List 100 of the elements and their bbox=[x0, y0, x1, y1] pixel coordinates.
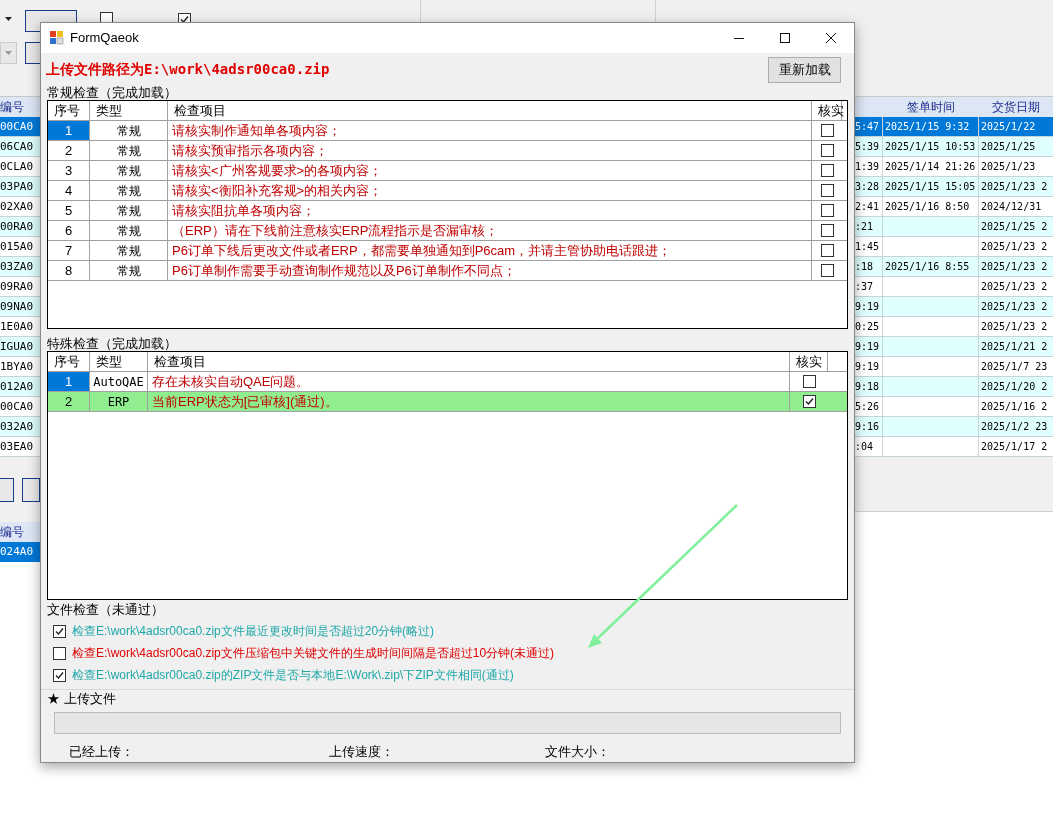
table-row[interactable]: 5:39 2025/1/15 10:53 2025/1/25 bbox=[855, 137, 1053, 157]
column-header: 检查项目 bbox=[168, 101, 812, 120]
table-cell: 4 bbox=[48, 181, 90, 200]
table-cell-text: 2025/1/23 2 bbox=[980, 240, 1049, 254]
checkbox[interactable] bbox=[802, 375, 816, 388]
table-cell: 常规 bbox=[90, 201, 168, 220]
check-label: 检查E:\work\4adsr00ca0.zip文件压缩包中关键文件的生成时间间隔是否超过10分钟(未通过) bbox=[72, 645, 555, 662]
table-cell: 常规 bbox=[90, 181, 168, 200]
close-icon bbox=[826, 33, 836, 43]
table-cell[interactable]: 03PA0 bbox=[0, 177, 40, 197]
column-header: 签单时间 bbox=[906, 99, 956, 116]
check-label: 检查E:\work\4adsr00ca0.zip的ZIP文件是否与本地E:\Work\.zip\下ZIP文件相同(通过) bbox=[72, 667, 514, 684]
table-row[interactable]: 1:39 2025/1/14 21:26 2025/1/23 bbox=[855, 157, 1053, 177]
group-title: 文件检查（未通过） bbox=[47, 602, 165, 618]
table-cell[interactable]: IGUA0 bbox=[0, 337, 40, 357]
table-cell[interactable]: 012A0 bbox=[0, 377, 40, 397]
checkmark-icon bbox=[803, 396, 815, 407]
table-row[interactable]: 1 常规 请核实制作通知单各项内容； bbox=[48, 121, 847, 141]
table-row[interactable]: 4 常规 请核实<衡阳补充客规>的相关内容； bbox=[48, 181, 847, 201]
table-row[interactable]: 9:18 2025/1/20 2 bbox=[855, 377, 1053, 397]
table-cell-text: 2025/1/21 2 bbox=[980, 340, 1049, 354]
table-cell: 当前ERP状态为[已审核](通过)。 bbox=[148, 392, 790, 411]
column-header: 检查项目 bbox=[148, 352, 790, 371]
table-cell: 2025/1/15 15:05 bbox=[883, 177, 979, 196]
upload-label: 上传速度： bbox=[329, 743, 395, 761]
table-cell-text: 2025/1/2 23 bbox=[980, 420, 1049, 434]
table-cell: 请核实<衡阳补充客规>的相关内容； bbox=[168, 181, 812, 200]
table-cell: 1 bbox=[48, 121, 90, 140]
checkbox[interactable] bbox=[53, 646, 66, 660]
table-cell: 常规 bbox=[90, 161, 168, 180]
table-cell: 常规 bbox=[90, 261, 168, 280]
reload-button[interactable]: 重新加载 bbox=[768, 56, 841, 83]
table-cell: 6 bbox=[48, 221, 90, 240]
table-cell: 1 bbox=[48, 372, 90, 391]
checkbox[interactable] bbox=[820, 184, 834, 197]
table-row[interactable]: 3:28 2025/1/15 15:05 2025/1/23 2 bbox=[855, 177, 1053, 197]
table-cell[interactable]: 00CA0 bbox=[0, 117, 40, 137]
window-title: FormQaeok bbox=[70, 29, 139, 48]
table-cell: P6订单制作需要手动查询制作规范以及P6订单制作不同点； bbox=[168, 261, 812, 280]
table-cell-text: 2025/1/23 2 bbox=[980, 260, 1049, 274]
table-cell: 5 bbox=[48, 201, 90, 220]
checkbox[interactable] bbox=[820, 124, 834, 137]
table-row[interactable]: 9:19 2025/1/21 2 bbox=[855, 337, 1053, 357]
table-row[interactable]: 8 常规 P6订单制作需要手动查询制作规范以及P6订单制作不同点； bbox=[48, 261, 847, 281]
table-cell: 请核实<广州客规要求>的各项内容； bbox=[168, 161, 812, 180]
checkbox[interactable] bbox=[820, 144, 834, 157]
table-row[interactable]: 9:19 2025/1/7 23 bbox=[855, 357, 1053, 377]
table-cell: 常规 bbox=[90, 221, 168, 240]
app-icon bbox=[50, 31, 64, 45]
table-row[interactable]: 2 ERP 当前ERP状态为[已审核](通过)。 bbox=[48, 392, 847, 412]
column-header: 编号 bbox=[0, 97, 40, 117]
table-row[interactable]: 3 常规 请核实<广州客规要求>的各项内容； bbox=[48, 161, 847, 181]
table-row[interactable]: 2:41 2025/1/16 8:50 2024/12/31 bbox=[855, 197, 1053, 217]
checkbox[interactable] bbox=[53, 624, 66, 638]
table-cell: 请核实预审指示各项内容； bbox=[168, 141, 812, 160]
table-cell: 8 bbox=[48, 261, 90, 280]
caret-icon bbox=[5, 51, 12, 55]
table-cell[interactable]: 032A0 bbox=[0, 417, 40, 437]
table-cell: 请核实阻抗单各项内容； bbox=[168, 201, 812, 220]
table-cell[interactable]: 024A0 bbox=[0, 542, 40, 562]
table-cell-text: 2025/1/25 2 bbox=[980, 220, 1049, 234]
toolbar-button[interactable] bbox=[21, 477, 40, 502]
table-cell[interactable]: 09NA0 bbox=[0, 297, 40, 317]
table-row[interactable]: 6 常规 （ERP）请在下线前注意核实ERP流程指示是否漏审核； bbox=[48, 221, 847, 241]
table-row[interactable]: 7 常规 P6订单下线后更改文件或者ERP，都需要单独通知到P6cam，并请主管协助电话跟进； bbox=[48, 241, 847, 261]
table-row[interactable]: 1 AutoQAE 存在未核实自动QAE问题。 bbox=[48, 372, 847, 392]
table-cell-text: 2025/1/25 bbox=[980, 140, 1037, 154]
table-cell-text: 2025/1/20 2 bbox=[980, 380, 1049, 394]
table-row[interactable]: :21 2025/1/25 2 bbox=[855, 217, 1053, 237]
checkbox[interactable] bbox=[53, 668, 66, 682]
table-cell[interactable]: 00RA0 bbox=[0, 217, 40, 237]
checkbox[interactable] bbox=[802, 395, 816, 408]
table-row[interactable]: 1:45 2025/1/23 2 bbox=[855, 237, 1053, 257]
minimize-icon bbox=[734, 37, 744, 39]
table-cell: 2025/1/15 10:53 bbox=[883, 137, 979, 156]
table-cell[interactable]: 06CA0 bbox=[0, 137, 40, 157]
toolbar-button[interactable] bbox=[0, 477, 14, 502]
table-row[interactable]: 2 常规 请核实预审指示各项内容； bbox=[48, 141, 847, 161]
table-row[interactable]: 9:16 2025/1/2 23 bbox=[855, 417, 1053, 437]
table-cell-text: 2025/1/23 2 bbox=[980, 320, 1049, 334]
checkbox[interactable] bbox=[820, 264, 834, 277]
checkbox[interactable] bbox=[820, 244, 834, 257]
dropdown-field[interactable] bbox=[0, 42, 17, 64]
checkbox[interactable] bbox=[820, 164, 834, 177]
table-row[interactable]: :04 2025/1/17 2 bbox=[855, 437, 1053, 457]
checkbox[interactable] bbox=[820, 204, 834, 217]
checkbox[interactable] bbox=[820, 224, 834, 237]
table-row[interactable]: 0:25 2025/1/23 2 bbox=[855, 317, 1053, 337]
maximize-icon bbox=[780, 33, 790, 43]
table-row[interactable]: 5:26 2025/1/16 2 bbox=[855, 397, 1053, 417]
table-row[interactable]: :37 2025/1/23 2 bbox=[855, 277, 1053, 297]
table-cell[interactable]: 03ZA0 bbox=[0, 257, 40, 277]
group-title: ★ 上传文件 bbox=[47, 691, 117, 707]
dropdown-caret-icon[interactable] bbox=[5, 17, 12, 21]
table-cell-text: 2025/1/7 23 bbox=[980, 360, 1049, 374]
table-row[interactable]: :18 2025/1/16 8:55 2025/1/23 2 bbox=[855, 257, 1053, 277]
table-row[interactable]: 5:47 2025/1/15 9:32 2025/1/22 bbox=[855, 117, 1053, 137]
table-row[interactable]: 5 常规 请核实阻抗单各项内容； bbox=[48, 201, 847, 221]
table-row[interactable]: 9:19 2025/1/23 2 bbox=[855, 297, 1053, 317]
column-header: 交货日期 bbox=[991, 99, 1041, 116]
